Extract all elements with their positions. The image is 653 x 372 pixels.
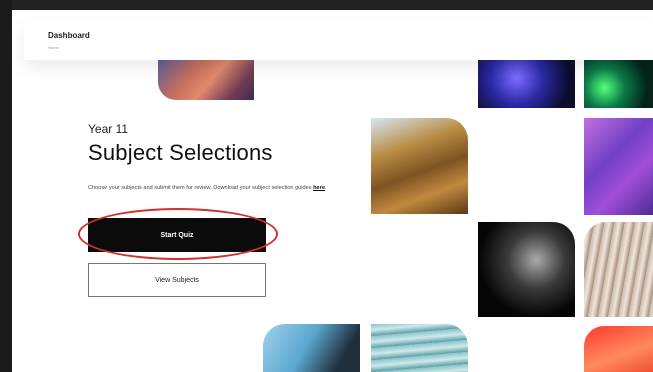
description-text: Choose your subjects and submit them for… (88, 185, 314, 191)
image-tile-wireframe-building (478, 222, 575, 317)
annotation-circle (78, 208, 278, 260)
image-tile-abstract-landscape (158, 58, 254, 100)
image-tile-purple-mountains (584, 118, 653, 215)
breadcrumb[interactable]: Home (48, 45, 59, 50)
hero-description: Choose your subjects and submit them for… (88, 184, 328, 193)
year-label: Year 11 (88, 122, 129, 136)
page-title: Dashboard (48, 31, 90, 40)
guides-link[interactable]: here (313, 185, 325, 191)
view-subjects-button[interactable]: View Subjects (88, 263, 266, 297)
window-top-strip (12, 0, 653, 10)
image-tile-water-ripples (371, 324, 468, 372)
left-edge-bar (0, 0, 12, 372)
image-tile-satellite-terrain (263, 324, 360, 372)
image-tile-red-orange (584, 326, 653, 372)
top-header-bar: Dashboard Home (24, 20, 653, 60)
image-tile-stone-lines (584, 222, 653, 317)
description-suffix: . (324, 185, 327, 191)
image-tile-green-swirl (584, 58, 653, 108)
image-tile-ancient-temple (371, 118, 468, 214)
image-tile-blue-structure (478, 58, 575, 108)
hero-heading: Subject Selections (88, 140, 273, 165)
